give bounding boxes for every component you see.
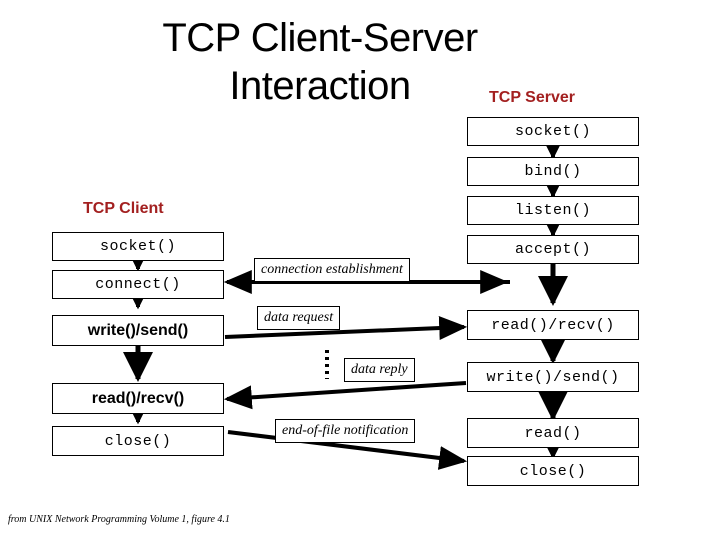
server-step-socket[interactable]: socket() bbox=[467, 117, 639, 146]
server-step-accept[interactable]: accept() bbox=[467, 235, 639, 264]
server-step-read[interactable]: read() bbox=[467, 418, 639, 448]
client-step-close[interactable]: close() bbox=[52, 426, 224, 456]
message-data-request: data request bbox=[257, 306, 341, 330]
message-connection-establishment: connection establishment bbox=[254, 258, 410, 282]
server-column-heading: TCP Server bbox=[489, 89, 575, 106]
server-step-write-send[interactable]: write()/send() bbox=[467, 362, 639, 392]
data-reply-arrow bbox=[223, 381, 467, 410]
client-column-heading: TCP Client bbox=[83, 200, 164, 217]
server-step-read-recv[interactable]: read()/recv() bbox=[467, 310, 639, 340]
server-step-close[interactable]: close() bbox=[467, 456, 639, 486]
message-data-reply: data reply bbox=[344, 358, 415, 382]
slide-canvas: TCP Client-Server Interaction TCP Client… bbox=[0, 0, 720, 540]
client-step-socket[interactable]: socket() bbox=[52, 232, 224, 261]
source-credit: from UNIX Network Programming Volume 1, … bbox=[8, 514, 230, 525]
slide-title: TCP Client-Server Interaction bbox=[162, 16, 478, 108]
server-step-listen[interactable]: listen() bbox=[467, 196, 639, 225]
server-step-bind[interactable]: bind() bbox=[467, 157, 639, 186]
client-step-write-send[interactable]: write()/send() bbox=[52, 315, 224, 346]
client-step-read-recv[interactable]: read()/recv() bbox=[52, 383, 224, 414]
message-eof-notification: end-of-file notification bbox=[275, 419, 416, 443]
client-step-connect[interactable]: connect() bbox=[52, 270, 224, 299]
